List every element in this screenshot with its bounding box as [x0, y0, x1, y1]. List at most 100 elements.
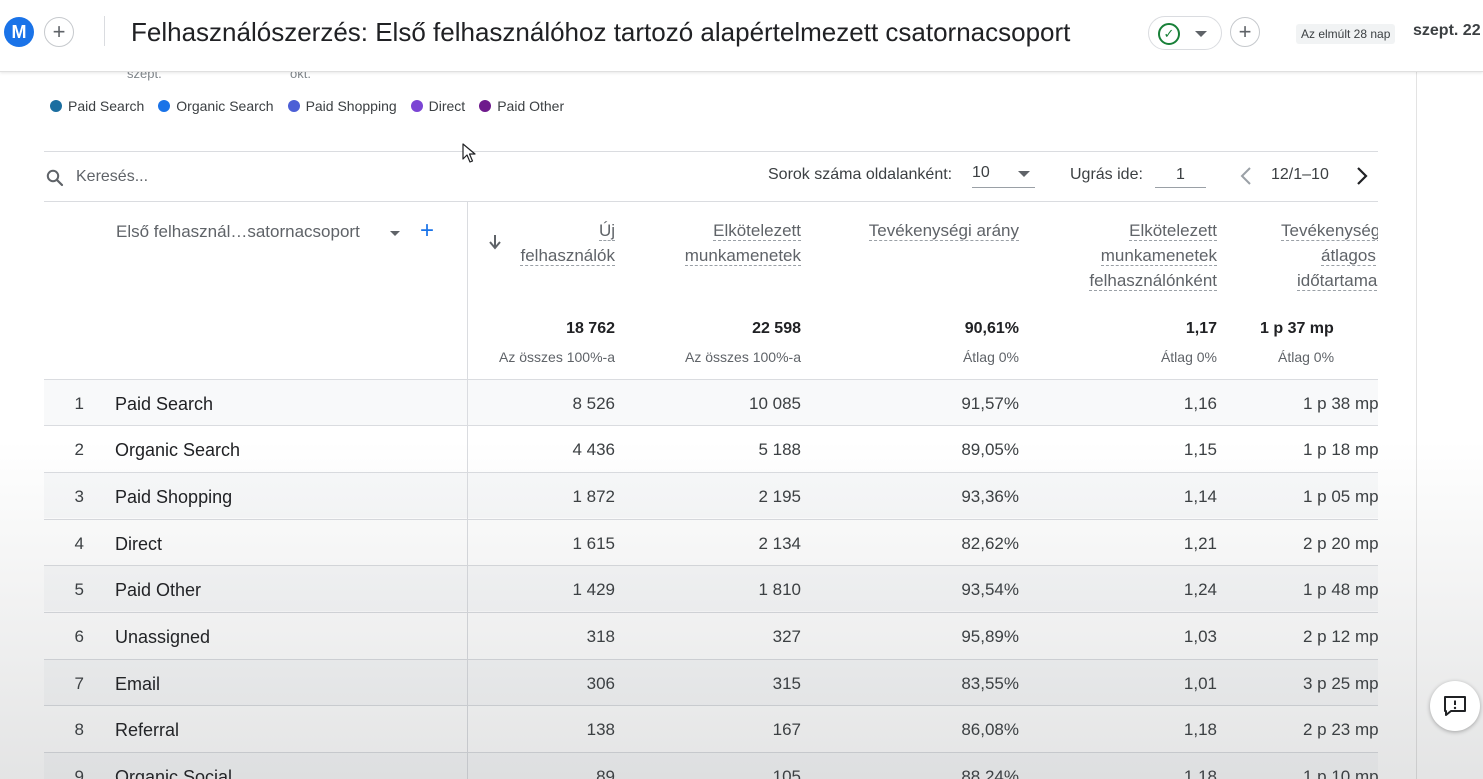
- date-range-value[interactable]: szept. 22: [1413, 22, 1481, 40]
- row-dimension-value: Email: [115, 674, 161, 694]
- row-cell: 318: [586, 627, 615, 646]
- row-cell: 1 615: [572, 534, 615, 553]
- account-avatar[interactable]: M: [4, 17, 34, 47]
- feedback-icon: [1444, 696, 1466, 716]
- legend-item[interactable]: Organic Search: [158, 98, 274, 114]
- report-status-dropdown[interactable]: ✓: [1148, 16, 1222, 50]
- legend-label: Organic Search: [176, 98, 274, 114]
- row-cell: 86,08%: [961, 720, 1019, 739]
- chart-legend: Paid Search Organic Search Paid Shopping…: [50, 98, 564, 114]
- legend-dot-icon: [410, 100, 423, 112]
- total-subtext: Az összes 100%-a: [685, 349, 801, 365]
- legend-dot-icon: [479, 100, 492, 112]
- date-range-label[interactable]: Az elmúlt 28 nap: [1296, 24, 1396, 44]
- column-header-engaged-sessions[interactable]: Elkötelezett munkamenetek: [684, 218, 801, 268]
- dimension-header[interactable]: Első felhasznál…satornacsoport: [116, 222, 360, 242]
- caret-down-icon[interactable]: [390, 231, 400, 236]
- row-cell: 2 134: [758, 534, 801, 553]
- row-cell: 1 p 38 mp: [1303, 394, 1378, 413]
- column-header-avg-engagement-time[interactable]: Tevékenység átlagos időtartama: [1281, 218, 1378, 293]
- plus-icon: +: [52, 19, 66, 44]
- search-input[interactable]: [76, 164, 376, 190]
- table-row[interactable]: 8 Referral 138 167 86,08% 1,18 2 p 23 mp: [44, 705, 1378, 751]
- add-report-button[interactable]: +: [1230, 17, 1260, 47]
- row-cell: 1 810: [758, 580, 801, 599]
- rows-per-page-select[interactable]: 10: [972, 162, 1035, 188]
- divider: [104, 16, 105, 46]
- row-dimension-value: Organic Social: [115, 767, 233, 779]
- next-page-button[interactable]: [1351, 164, 1373, 188]
- table-row[interactable]: 1 Paid Search 8 526 10 085 91,57% 1,16 1…: [44, 379, 1378, 425]
- caret-down-icon: [1018, 171, 1030, 177]
- row-cell: 1 p 18 mp: [1303, 440, 1378, 459]
- row-dimension-value: Unassigned: [115, 627, 211, 647]
- table-row[interactable]: 6 Unassigned 318 327 95,89% 1,03 2 p 12 …: [44, 612, 1378, 658]
- legend-item[interactable]: Paid Other: [479, 98, 564, 114]
- table-row[interactable]: 4 Direct 1 615 2 134 82,62% 1,21 2 p 20 …: [44, 519, 1378, 565]
- row-cell: 1,01: [1183, 674, 1217, 693]
- sort-descending-icon[interactable]: [488, 234, 502, 250]
- page-title: Felhasználószerzés: Első felhasználóhoz …: [131, 17, 1071, 47]
- row-cell: 1,14: [1183, 487, 1217, 506]
- row-cell: 138: [586, 720, 615, 739]
- table-row[interactable]: 5 Paid Other 1 429 1 810 93,54% 1,24 1 p…: [44, 565, 1378, 611]
- row-cell: 88,24%: [961, 767, 1019, 779]
- row-cell: 89: [596, 767, 615, 779]
- row-cell: 1,24: [1183, 580, 1217, 599]
- total-value: 1,17: [1185, 320, 1217, 337]
- row-cell: 1,15: [1183, 440, 1217, 459]
- add-comparison-button[interactable]: +: [44, 17, 74, 47]
- rows-per-page-value: 10: [972, 164, 990, 181]
- legend-label: Paid Shopping: [305, 98, 397, 114]
- row-cell: 1,03: [1183, 627, 1217, 646]
- previous-page-button[interactable]: [1235, 164, 1257, 188]
- column-header-engaged-sessions-per-user[interactable]: Elkötelezett munkamenetek felhasználónké…: [1089, 218, 1217, 293]
- row-cell: 10 085: [749, 394, 801, 413]
- row-cell: 82,62%: [961, 534, 1019, 553]
- table-row[interactable]: 9 Organic Social 89 105 88,24% 1,18 1 p …: [44, 752, 1378, 779]
- total-subtext: Átlag 0%: [1160, 349, 1217, 365]
- search-icon: [46, 169, 64, 187]
- row-cell: 4 436: [572, 440, 615, 459]
- row-index: 8: [74, 720, 84, 739]
- row-cell: 93,54%: [961, 580, 1019, 599]
- column-header-engagement-rate[interactable]: Tevékenységi arány: [868, 218, 1019, 243]
- row-index: 9: [74, 767, 84, 779]
- legend-dot-icon: [50, 100, 62, 112]
- legend-item[interactable]: Paid Search: [50, 98, 144, 114]
- goto-page-input[interactable]: [1155, 162, 1206, 188]
- plus-icon: +: [1238, 19, 1252, 44]
- feedback-button[interactable]: [1430, 681, 1480, 731]
- table-row[interactable]: 7 Email 306 315 83,55% 1,01 3 p 25 mp: [44, 659, 1378, 705]
- total-subtext: Az összes 100%-a: [499, 349, 615, 365]
- row-dimension-value: Paid Shopping: [115, 487, 233, 507]
- row-dimension-value: Referral: [115, 720, 180, 740]
- column-header-new-users[interactable]: Új felhasználók: [520, 218, 615, 268]
- table-row[interactable]: 2 Organic Search 4 436 5 188 89,05% 1,15…: [44, 425, 1378, 471]
- page-status: 12/1–10: [1271, 166, 1329, 183]
- legend-item[interactable]: Paid Shopping: [287, 98, 397, 114]
- row-cell: 89,05%: [961, 440, 1019, 459]
- row-dimension-value: Paid Search: [115, 394, 214, 414]
- add-dimension-button[interactable]: +: [420, 218, 434, 244]
- total-value: 18 762: [566, 320, 615, 337]
- row-cell: 1 p 05 mp: [1303, 487, 1378, 506]
- row-index: 1: [74, 394, 84, 413]
- mouse-cursor-icon: [462, 143, 476, 163]
- total-subtext: Átlag 0%: [962, 349, 1019, 365]
- row-cell: 1 p 48 mp: [1303, 580, 1378, 599]
- row-cell: 3 p 25 mp: [1303, 674, 1378, 693]
- row-cell: 167: [772, 720, 801, 739]
- row-index: 4: [74, 534, 84, 553]
- row-cell: 1,18: [1183, 720, 1217, 739]
- row-cell: 306: [586, 674, 615, 693]
- row-cell: 105: [772, 767, 801, 779]
- row-cell: 2 p 20 mp: [1303, 534, 1378, 553]
- top-app-bar: M + Felhasználószerzés: Első felhasználó…: [0, 0, 1483, 72]
- row-cell: 2 195: [758, 487, 801, 506]
- table-row[interactable]: 3 Paid Shopping 1 872 2 195 93,36% 1,14 …: [44, 472, 1378, 518]
- legend-item[interactable]: Direct: [410, 98, 466, 114]
- total-value: 1 p 37 mp: [1260, 320, 1334, 337]
- row-cell: 1,21: [1183, 534, 1217, 553]
- legend-label: Direct: [428, 98, 466, 114]
